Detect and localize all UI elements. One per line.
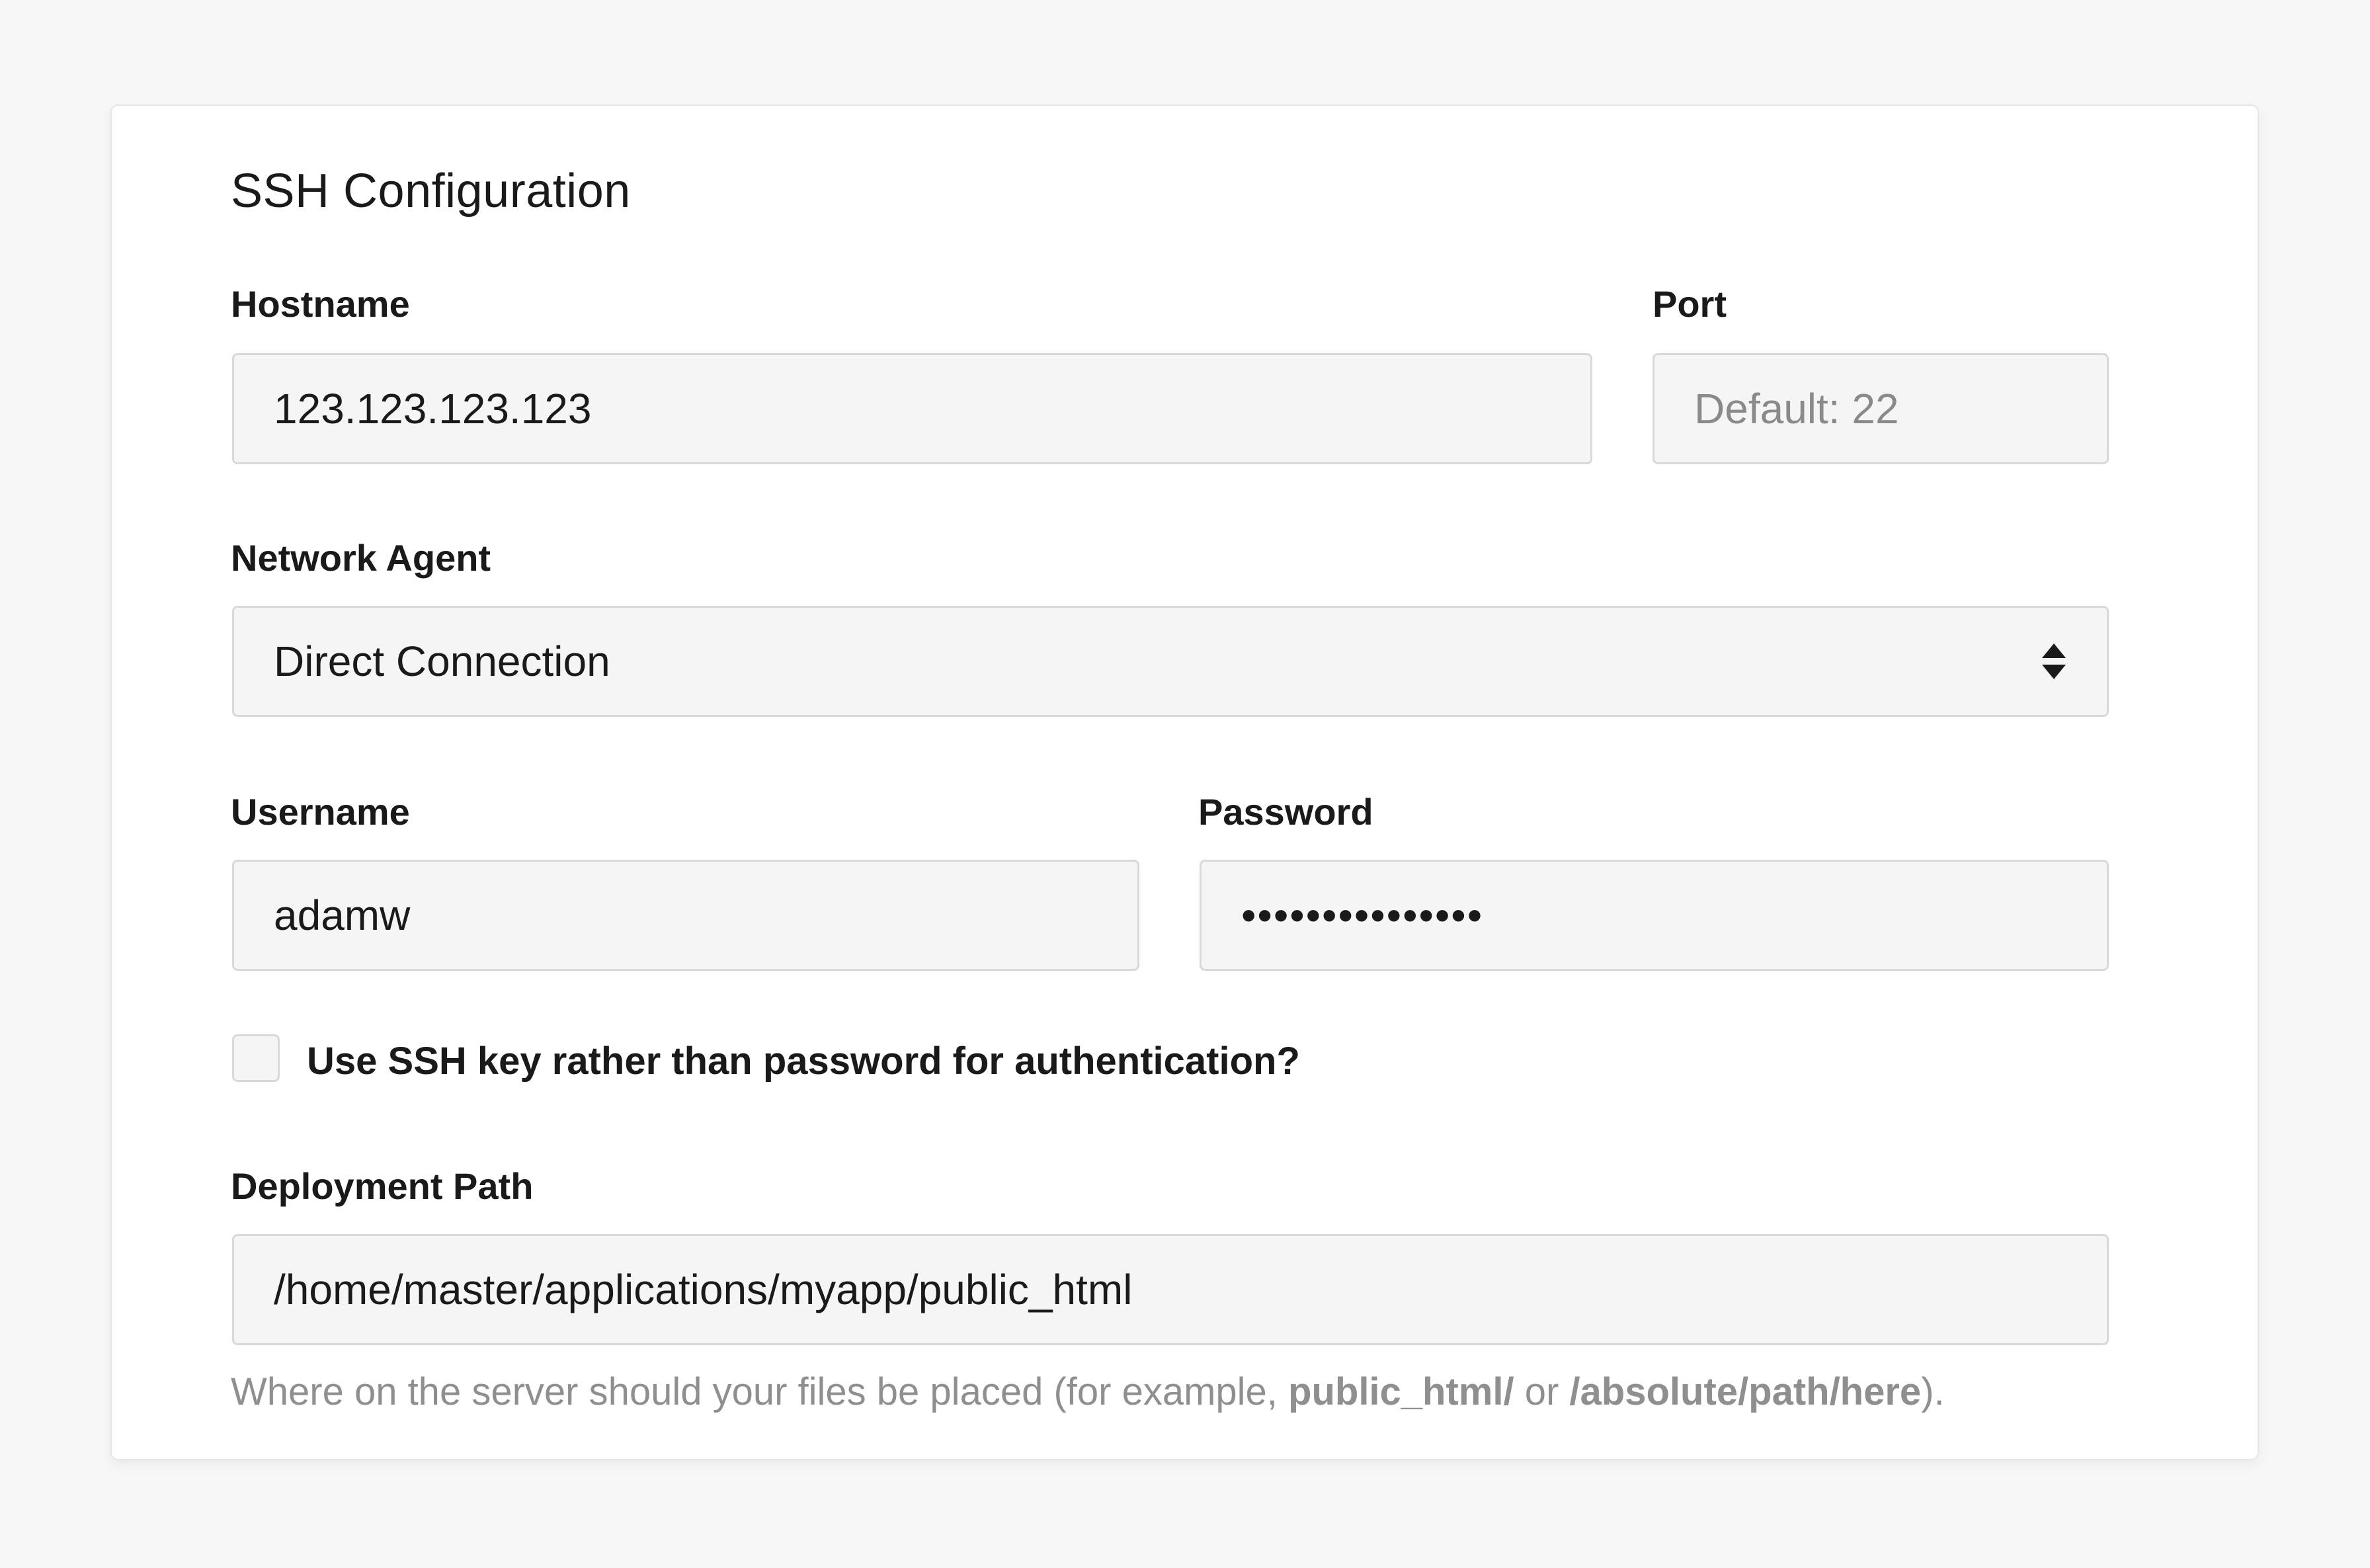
hostname-label: Hostname xyxy=(231,283,410,325)
password-masked-value[interactable]: ••••••••••••••• xyxy=(1241,891,1483,940)
help-example-relative: public_html/ xyxy=(1288,1370,1514,1413)
ssh-configuration-card: SSH Configuration Hostname Port Network … xyxy=(110,104,2259,1460)
port-field[interactable] xyxy=(1653,353,2109,464)
username-label: Username xyxy=(231,791,410,833)
ssh-key-checkbox-label[interactable]: Use SSH key rather than password for aut… xyxy=(307,1042,1300,1081)
help-or: or xyxy=(1514,1370,1570,1413)
username-input[interactable] xyxy=(274,891,1098,940)
deployment-path-input[interactable] xyxy=(274,1265,2067,1314)
deployment-path-field[interactable] xyxy=(232,1234,2109,1345)
page: SSH Configuration Hostname Port Network … xyxy=(0,0,2370,1568)
help-prefix: Where on the server should your files be… xyxy=(231,1370,1289,1413)
password-label: Password xyxy=(1198,791,1373,833)
deployment-path-label: Deployment Path xyxy=(231,1165,534,1207)
port-input[interactable] xyxy=(1694,384,2067,433)
deployment-path-help-text: Where on the server should your files be… xyxy=(231,1373,1945,1411)
section-title: SSH Configuration xyxy=(231,165,631,218)
updown-chevron-icon xyxy=(2041,641,2067,681)
help-suffix: ). xyxy=(1921,1370,1945,1413)
password-field[interactable]: ••••••••••••••• xyxy=(1200,860,2109,971)
network-agent-select[interactable]: Direct Connection xyxy=(232,606,2109,717)
port-label: Port xyxy=(1653,283,1727,325)
help-example-absolute: /absolute/path/here xyxy=(1569,1370,1922,1413)
hostname-field[interactable] xyxy=(232,353,1592,464)
network-agent-label: Network Agent xyxy=(231,537,491,579)
username-field[interactable] xyxy=(232,860,1139,971)
network-agent-selected-value: Direct Connection xyxy=(274,638,610,685)
ssh-key-checkbox[interactable] xyxy=(232,1034,280,1082)
hostname-input[interactable] xyxy=(274,384,1551,433)
